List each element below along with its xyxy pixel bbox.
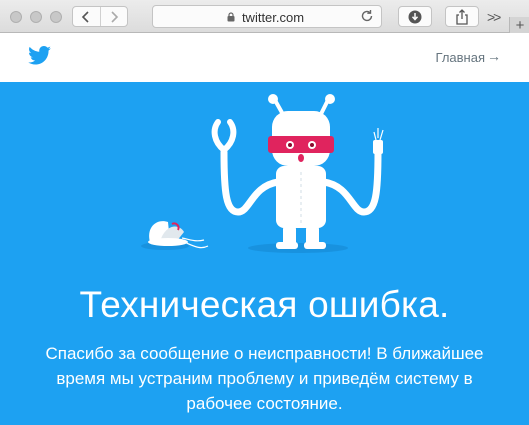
error-description-line: рабочее состояние.: [186, 394, 343, 413]
download-icon: [408, 10, 422, 23]
downloads-button[interactable]: [398, 6, 432, 27]
chevron-left-icon: [82, 10, 89, 23]
site-header: Главная →: [0, 33, 529, 82]
new-tab-button[interactable]: +: [509, 17, 529, 34]
zoom-window-button[interactable]: [50, 11, 62, 23]
home-link[interactable]: Главная: [436, 50, 485, 65]
share-icon: [456, 8, 468, 25]
history-nav: [72, 6, 128, 27]
close-window-button[interactable]: [10, 11, 22, 23]
error-description-line: Спасибо за сообщение о неисправности! В …: [45, 344, 484, 363]
error-hero: Техническая ошибка. Спасибо за сообщение…: [0, 82, 529, 425]
forward-button[interactable]: [99, 7, 128, 26]
error-description: Спасибо за сообщение о неисправности! В …: [24, 341, 505, 416]
twitter-bird-icon[interactable]: [28, 46, 51, 65]
chevron-right-icon: [111, 10, 118, 23]
error-title: Техническая ошибка.: [79, 284, 450, 325]
share-button[interactable]: [445, 6, 479, 27]
home-arrow-icon[interactable]: →: [487, 48, 501, 64]
broken-robot-illustration: [141, 94, 384, 253]
minimize-window-button[interactable]: [30, 11, 42, 23]
back-button[interactable]: [73, 7, 100, 26]
more-toolbar-button[interactable]: >>: [487, 9, 501, 25]
browser-toolbar: twitter.com >>: [0, 0, 529, 33]
address-bar[interactable]: twitter.com: [152, 5, 382, 28]
error-description-line: время мы устраним проблему и приведём си…: [56, 369, 473, 388]
url-text: twitter.com: [241, 10, 305, 25]
reload-icon[interactable]: [360, 9, 374, 23]
